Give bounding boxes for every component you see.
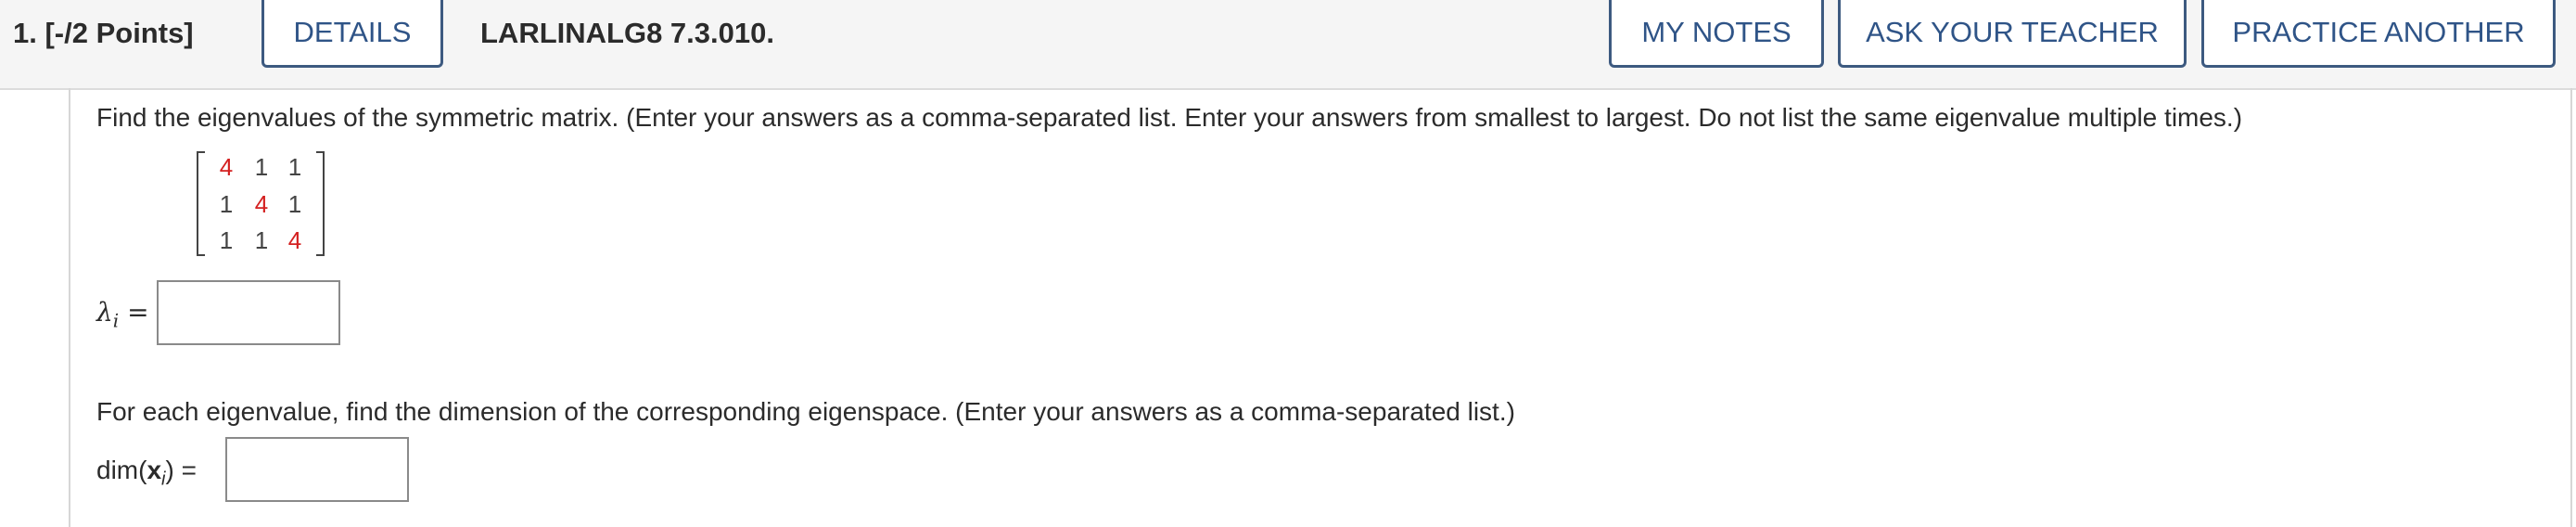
details-button[interactable]: DETAILS (261, 0, 443, 68)
matrix-right-bracket (316, 151, 325, 256)
ask-your-teacher-button[interactable]: ASK YOUR TEACHER (1838, 0, 2187, 68)
problem-code: LARLINALG8 7.3.010. (480, 17, 774, 49)
matrix-cell-3-2: 1 (254, 226, 269, 254)
matrix-left-bracket (197, 151, 205, 256)
dimension-equals: = (181, 456, 197, 484)
dimensions-input[interactable] (225, 437, 409, 502)
matrix-cell-2-3: 1 (287, 190, 302, 218)
dimension-instructions: For each eigenvalue, find the dimension … (96, 397, 1515, 426)
question-panel (69, 88, 2572, 527)
question-points-label: 1. [-/2 Points] (13, 17, 194, 49)
matrix-cell-3-3: 4 (287, 226, 302, 254)
matrix-cell-1-1: 4 (219, 153, 234, 181)
eigenvalue-equals: = (127, 297, 149, 328)
matrix-cell-2-2: 4 (254, 190, 269, 218)
lambda-symbol: λ (96, 297, 113, 328)
practice-another-button[interactable]: PRACTICE ANOTHER (2201, 0, 2556, 68)
eigenvalue-instructions: Find the eigenvalues of the symmetric ma… (96, 103, 2243, 132)
question-header: 1. [-/2 Points] DETAILS LARLINALG8 7.3.0… (0, 0, 2576, 90)
eigenvalue-label: λi = (96, 297, 149, 332)
my-notes-button[interactable]: MY NOTES (1609, 0, 1824, 68)
dim-variable: x (147, 456, 162, 484)
dim-suffix: ) (165, 456, 174, 484)
dim-prefix: dim( (96, 456, 147, 484)
eigenvalues-input[interactable] (157, 280, 340, 345)
dimension-label: dim(xi) = (96, 456, 197, 491)
matrix-cell-1-3: 1 (287, 153, 302, 181)
lambda-subscript: i (112, 309, 120, 332)
matrix-cell-2-1: 1 (219, 190, 234, 218)
symmetric-matrix: 4 1 1 1 4 1 1 1 4 (197, 151, 325, 256)
matrix-cell-1-2: 1 (254, 153, 269, 181)
matrix-cell-3-1: 1 (219, 226, 234, 254)
